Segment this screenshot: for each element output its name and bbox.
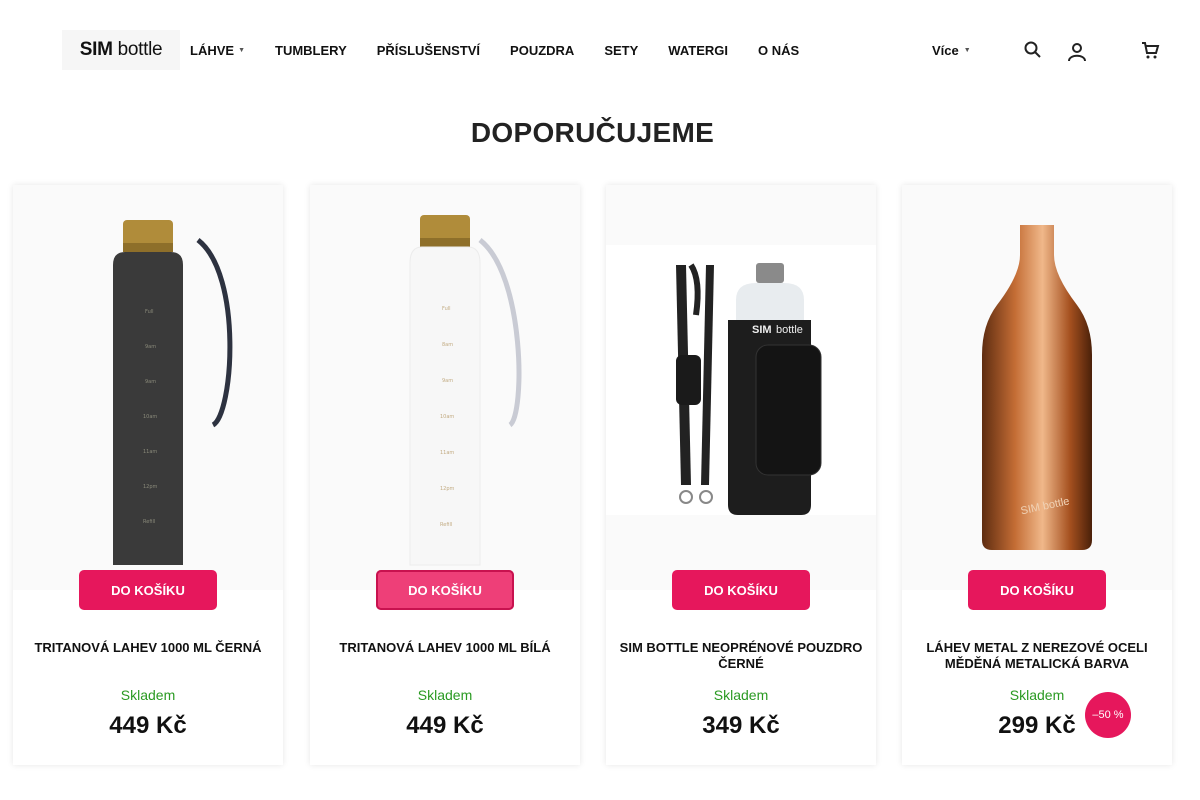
svg-text:SIM: SIM [752, 324, 772, 336]
svg-text:9am: 9am [145, 344, 156, 350]
nav-item-watergi[interactable]: WATERGI [668, 43, 728, 58]
product-card: Full 8am 9am 10am 11am 12pm Refill DO KOŠÍKU … [310, 185, 580, 765]
stock-status: Skladem [417, 687, 473, 703]
discount-badge: –50 % [1085, 692, 1131, 738]
product-card: SIM bottle DO KOŠÍKU LÁHEV METAL Z NEREZ… [902, 185, 1172, 765]
product-price: 449 Kč [109, 712, 187, 739]
more-menu[interactable]: Více ▼ [932, 43, 971, 58]
chevron-down-icon: ▼ [963, 47, 971, 54]
nav-item-lahve[interactable]: LÁHVE ▼ [190, 43, 245, 58]
svg-text:11am: 11am [440, 450, 454, 456]
product-image[interactable]: SIM bottle [606, 185, 876, 590]
product-image[interactable]: SIM bottle [902, 185, 1172, 590]
stock-status: Skladem [1009, 687, 1065, 703]
main-nav: LÁHVE ▼ TUMBLERY PŘÍSLUŠENSTVÍ POUZDRA SE… [190, 43, 829, 58]
product-image[interactable]: Full 8am 9am 10am 11am 12pm Refill [310, 185, 580, 590]
nav-item-tumblery[interactable]: TUMBLERY [275, 43, 347, 58]
site-header: SIM bottle LÁHVE ▼ TUMBLERY PŘÍSLUŠENSTVÍ… [0, 0, 1200, 100]
stock-status: Skladem [713, 687, 769, 703]
svg-text:10am: 10am [143, 414, 157, 420]
svg-text:Full: Full [145, 309, 154, 315]
product-name[interactable]: TRITANOVÁ LAHEV 1000 ML BÍLÁ [320, 640, 570, 656]
add-to-cart-button[interactable]: DO KOŠÍKU [79, 570, 217, 610]
nav-item-pouzdra[interactable]: POUZDRA [510, 43, 574, 58]
svg-text:12pm: 12pm [440, 486, 455, 492]
search-icon[interactable] [1023, 40, 1043, 60]
svg-text:11am: 11am [143, 449, 157, 455]
nav-item-sety[interactable]: SETY [604, 43, 638, 58]
stock-status: Skladem [120, 687, 176, 703]
product-price: 299 Kč [998, 712, 1076, 739]
logo[interactable]: SIM bottle [62, 30, 180, 70]
product-name[interactable]: TRITANOVÁ LAHEV 1000 ML ČERNÁ [23, 640, 273, 656]
svg-text:Refill: Refill [143, 519, 155, 525]
svg-text:8am: 8am [442, 342, 453, 348]
svg-text:9am: 9am [145, 379, 156, 385]
product-card: Full 9am 9am 10am 11am 12pm Refill DO KOŠÍKU … [13, 185, 283, 765]
product-name[interactable]: LÁHEV METAL Z NEREZOVÉ OCELI MĚDĚNÁ META… [912, 640, 1162, 672]
svg-text:12pm: 12pm [143, 484, 158, 490]
add-to-cart-button[interactable]: DO KOŠÍKU [968, 570, 1106, 610]
product-image[interactable]: Full 9am 9am 10am 11am 12pm Refill [13, 185, 283, 590]
add-to-cart-button[interactable]: DO KOŠÍKU [672, 570, 810, 610]
svg-text:bottle: bottle [776, 324, 803, 336]
cart-icon[interactable] [1140, 40, 1160, 60]
product-name[interactable]: SIM BOTTLE NEOPRÉNOVÉ POUZDRO ČERNÉ [616, 640, 866, 672]
nav-item-o-nas[interactable]: O NÁS [758, 43, 799, 58]
add-to-cart-button[interactable]: DO KOŠÍKU [376, 570, 514, 610]
product-price: 349 Kč [702, 712, 780, 739]
chevron-down-icon: ▼ [238, 47, 245, 54]
svg-text:9am: 9am [442, 378, 453, 384]
product-grid: Full 9am 9am 10am 11am 12pm Refill DO KOŠÍKU … [13, 185, 1173, 765]
svg-text:10am: 10am [440, 414, 454, 420]
section-title: DOPORUČUJEME [470, 117, 715, 148]
nav-item-prislusenstvi[interactable]: PŘÍSLUŠENSTVÍ [377, 43, 480, 58]
svg-text:Refill: Refill [440, 522, 452, 528]
user-icon[interactable] [1067, 42, 1087, 62]
product-price: 449 Kč [406, 712, 484, 739]
svg-text:Full: Full [442, 306, 451, 312]
product-card: SIM bottle DO KOŠÍKU SIM BOTTLE NEOPRÉNO… [606, 185, 876, 765]
